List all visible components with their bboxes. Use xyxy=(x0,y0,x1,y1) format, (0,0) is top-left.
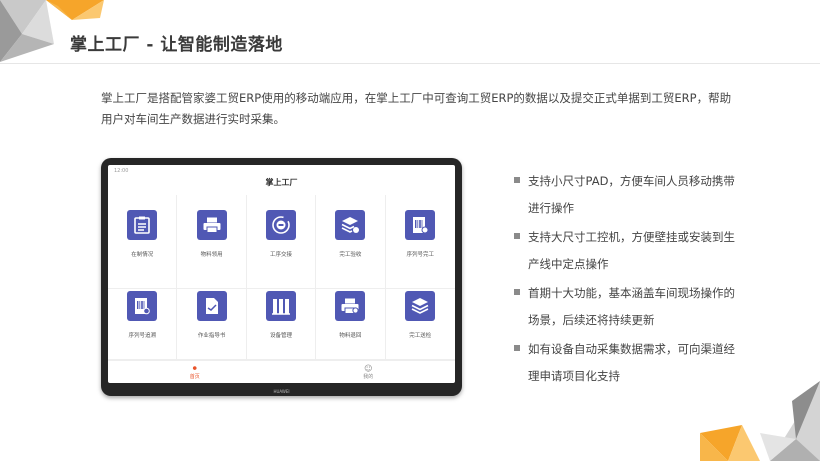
stack-check-icon xyxy=(405,291,436,321)
module-label: 作业指导书 xyxy=(197,333,226,339)
feature-text: 支持大尺寸工控机，方便壁挂或安装到生产线中定点操作 xyxy=(528,230,735,271)
title-divider xyxy=(0,63,820,64)
module-label: 完工送检 xyxy=(409,333,432,339)
module-material-requisition[interactable]: 物料领用 xyxy=(177,195,247,289)
feature-text: 首期十大功能，基本涵盖车间现场操作的场景，后续还将持续更新 xyxy=(528,286,735,327)
feature-item: 支持小尺寸PAD，方便车间人员移动携带进行操作 xyxy=(514,168,744,222)
module-label: 物料领用 xyxy=(200,252,223,258)
tablet-mockup: 12:00 掌上工厂 在制情况 物料领用 工序交接 完工验收 序列号完工 序列号… xyxy=(101,158,462,396)
slide-title: 掌上工厂 - 让智能制造落地 xyxy=(70,35,283,55)
clipboard-icon xyxy=(127,210,158,240)
bottom-nav: ⚫ 首页 ☺ 我的 xyxy=(108,359,455,383)
square-bullet-icon xyxy=(514,345,520,351)
nav-mine[interactable]: ☺ 我的 xyxy=(282,360,456,383)
feature-text: 如有设备自动采集数据需求，可向渠道经理申请项目化支持 xyxy=(528,342,735,383)
module-label: 工序交接 xyxy=(269,252,292,258)
home-icon: ⚫ xyxy=(191,363,199,373)
square-bullet-icon xyxy=(514,177,520,183)
nav-home[interactable]: ⚫ 首页 xyxy=(108,360,282,383)
module-completion-inspection[interactable]: 完工送检 xyxy=(385,289,455,361)
user-icon: ☺ xyxy=(364,363,373,373)
feature-text: 支持小尺寸PAD，方便车间人员移动携带进行操作 xyxy=(528,174,735,215)
square-bullet-icon xyxy=(514,233,520,239)
module-process-handover[interactable]: 工序交接 xyxy=(246,195,317,289)
module-label: 物料退回 xyxy=(339,333,362,339)
module-serial-trace[interactable]: 序列号追溯 xyxy=(108,289,178,361)
intro-paragraph: 掌上工厂是搭配管家婆工贸ERP使用的移动端应用，在掌上工厂中可查询工贸ERP的数… xyxy=(101,91,732,126)
module-equipment-management[interactable]: 设备管理 xyxy=(246,289,317,361)
barcode-check-icon xyxy=(405,210,436,240)
nav-mine-label: 我的 xyxy=(363,373,374,380)
module-work-instructions[interactable]: 作业指导书 xyxy=(177,289,247,361)
document-icon xyxy=(196,291,227,321)
module-label: 设备管理 xyxy=(269,333,292,339)
square-bullet-icon xyxy=(514,289,520,295)
app-title: 掌上工厂 xyxy=(265,178,298,187)
feature-item: 如有设备自动采集数据需求，可向渠道经理申请项目化支持 xyxy=(514,336,744,390)
return-printer-icon xyxy=(335,291,366,321)
printer-icon xyxy=(196,210,227,240)
tablet-screen: 12:00 掌上工厂 在制情况 物料领用 工序交接 完工验收 序列号完工 序列号… xyxy=(108,165,455,383)
module-label: 完工验收 xyxy=(339,252,362,258)
module-material-return[interactable]: 物料退回 xyxy=(316,289,386,361)
module-grid: 在制情况 物料领用 工序交接 完工验收 序列号完工 序列号追溯 作业指导书 设备… xyxy=(108,195,455,361)
feature-item: 支持大尺寸工控机，方便壁挂或安装到生产线中定点操作 xyxy=(514,224,744,278)
module-label: 在制情况 xyxy=(131,252,154,258)
barcode-pin-icon xyxy=(127,291,158,321)
tablet-brand: HUAWEI xyxy=(273,389,290,394)
stack-check-icon xyxy=(335,210,366,240)
module-completion-acceptance[interactable]: 完工验收 xyxy=(316,195,386,289)
module-serial-completion[interactable]: 序列号完工 xyxy=(385,195,455,289)
module-wip-status[interactable]: 在制情况 xyxy=(108,195,178,289)
module-label: 序列号完工 xyxy=(406,252,435,258)
cycle-icon xyxy=(265,210,296,240)
equipment-icon xyxy=(265,291,296,321)
nav-home-label: 首页 xyxy=(189,373,200,380)
feature-list: 支持小尺寸PAD，方便车间人员移动携带进行操作 支持大尺寸工控机，方便壁挂或安装… xyxy=(514,168,744,392)
module-label: 序列号追溯 xyxy=(128,333,156,339)
polygon-decoration-icon xyxy=(700,381,820,461)
feature-item: 首期十大功能，基本涵盖车间现场操作的场景，后续还将持续更新 xyxy=(514,280,744,334)
